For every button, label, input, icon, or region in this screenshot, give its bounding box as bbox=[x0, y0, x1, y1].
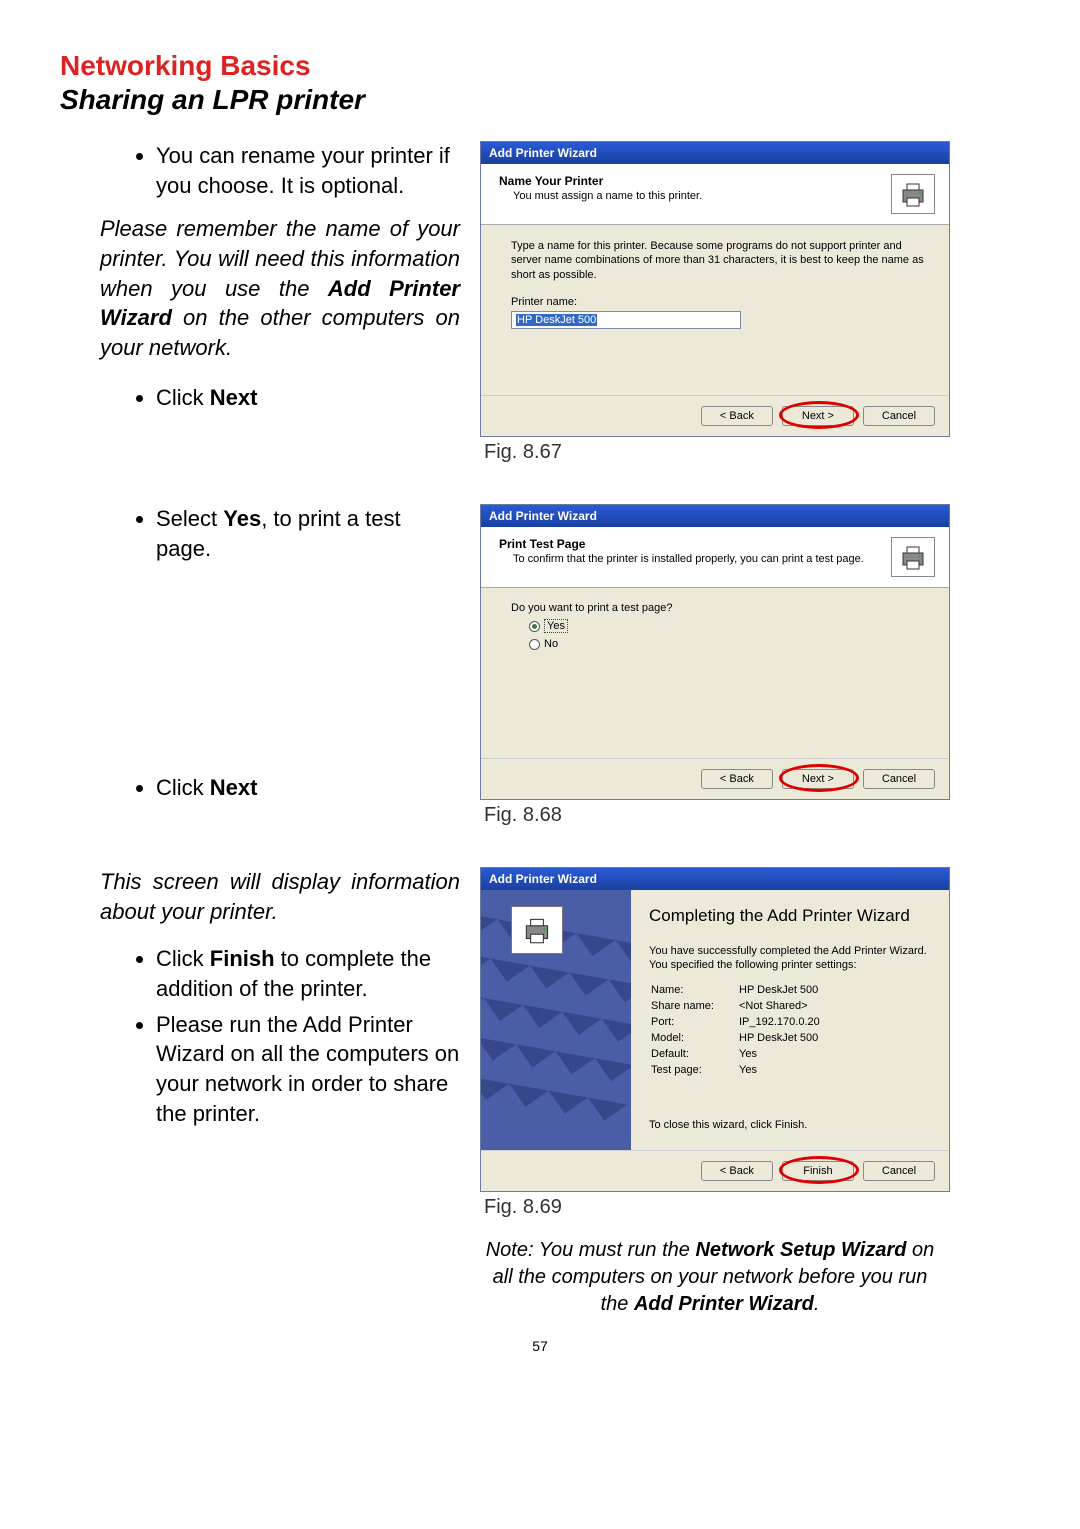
fig-caption-2: Fig. 8.68 bbox=[484, 804, 960, 827]
bullet-click-finish: Click Finish to complete the addition of… bbox=[156, 944, 460, 1003]
next-text: Next bbox=[210, 385, 258, 410]
next-button-2[interactable]: Next > bbox=[782, 769, 854, 789]
wiz2-head1: Print Test Page bbox=[499, 537, 864, 551]
wizard-name-printer: Add Printer Wizard Name Your Printer You… bbox=[480, 141, 950, 437]
back-button-2[interactable]: < Back bbox=[701, 769, 773, 789]
cancel-button[interactable]: Cancel bbox=[863, 406, 935, 426]
wiz1-head2: You must assign a name to this printer. bbox=[499, 190, 702, 202]
wizard-side-image bbox=[481, 890, 631, 1150]
complete-title: Completing the Add Printer Wizard bbox=[649, 906, 931, 926]
close-text: To close this wizard, click Finish. bbox=[649, 1119, 931, 1131]
complete-desc: You have successfully completed the Add … bbox=[649, 944, 931, 973]
printer-icon-3 bbox=[511, 906, 563, 954]
printer-name-value: HP DeskJet 500 bbox=[516, 314, 597, 326]
bullet-click-next-2: Click Next bbox=[156, 773, 460, 803]
printer-name-label: Printer name: bbox=[511, 296, 927, 308]
page-number: 57 bbox=[60, 1338, 1020, 1354]
settings-table: Name:HP DeskJet 500 Share name:<Not Shar… bbox=[649, 981, 822, 1079]
finish-button[interactable]: Finish bbox=[782, 1161, 854, 1181]
printer-name-input[interactable]: HP DeskJet 500 bbox=[511, 311, 741, 329]
printer-icon bbox=[891, 174, 935, 214]
page-title-2: Sharing an LPR printer bbox=[60, 84, 1020, 116]
wizard-titlebar-3: Add Printer Wizard bbox=[481, 868, 949, 890]
wizard-test-page: Add Printer Wizard Print Test Page To co… bbox=[480, 504, 950, 800]
bullet-run-wizard: Please run the Add Printer Wizard on all… bbox=[156, 1010, 460, 1129]
click-text: Click bbox=[156, 385, 210, 410]
bullet-select-yes: Select Yes, to print a test page. bbox=[156, 504, 460, 563]
page-title-1: Networking Basics bbox=[60, 50, 1020, 82]
radio-no[interactable]: No bbox=[529, 638, 927, 650]
radio-yes[interactable]: Yes bbox=[529, 620, 927, 632]
footnote: Note: You must run the Network Setup Wiz… bbox=[480, 1237, 960, 1318]
wiz2-question: Do you want to print a test page? bbox=[511, 602, 927, 614]
radio-yes-icon bbox=[529, 621, 540, 632]
next-button[interactable]: Next > bbox=[782, 406, 854, 426]
wizard-titlebar-2: Add Printer Wizard bbox=[481, 505, 949, 527]
wiz2-head2: To confirm that the printer is installed… bbox=[499, 553, 864, 565]
wizard-complete: Add Printer Wizard Completing the Add Pr… bbox=[480, 867, 950, 1192]
note-screen-info: This screen will display information abo… bbox=[100, 867, 460, 926]
bullet-click-next-1: Click Next bbox=[156, 383, 460, 413]
back-button-3[interactable]: < Back bbox=[701, 1161, 773, 1181]
back-button[interactable]: < Back bbox=[701, 406, 773, 426]
cancel-button-2[interactable]: Cancel bbox=[863, 769, 935, 789]
fig-caption-3: Fig. 8.69 bbox=[484, 1196, 960, 1219]
wiz1-desc: Type a name for this printer. Because so… bbox=[511, 239, 927, 282]
wizard-titlebar: Add Printer Wizard bbox=[481, 142, 949, 164]
bullet-rename: You can rename your printer if you choos… bbox=[156, 141, 460, 200]
wiz1-head1: Name Your Printer bbox=[499, 174, 702, 188]
printer-icon-2 bbox=[891, 537, 935, 577]
fig-caption-1: Fig. 8.67 bbox=[484, 441, 960, 464]
radio-no-icon bbox=[529, 639, 540, 650]
cancel-button-3[interactable]: Cancel bbox=[863, 1161, 935, 1181]
